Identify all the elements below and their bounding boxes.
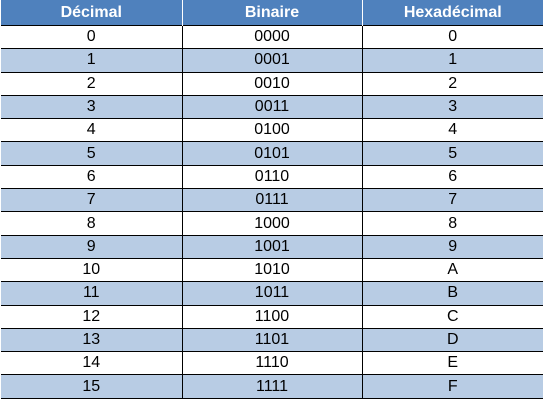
hexadecimal-cell: E — [362, 351, 543, 375]
decimal-cell: 7 — [1, 188, 183, 212]
binary-cell: 0000 — [182, 24, 363, 49]
conversion-table: Décimal Binaire Hexadécimal 0 0000 0 1 0001 1… — [1, 0, 543, 399]
decimal-cell: 4 — [1, 118, 183, 142]
header-decimal: Décimal — [1, 0, 183, 26]
hexadecimal-cell: 1 — [362, 48, 543, 73]
binary-cell: 0100 — [182, 118, 363, 142]
table-header: Décimal Binaire Hexadécimal — [1, 0, 543, 26]
binary-cell: 1001 — [182, 234, 363, 259]
table-row: 8 1000 8 — [1, 211, 543, 236]
binary-cell: 0101 — [182, 141, 363, 166]
table-row: 5 0101 5 — [1, 141, 543, 166]
hexadecimal-cell: 7 — [362, 188, 543, 212]
decimal-cell: 6 — [1, 164, 183, 189]
table-row: 2 0010 2 — [1, 71, 543, 96]
hexadecimal-cell: B — [362, 281, 543, 306]
decimal-cell: 5 — [1, 141, 183, 166]
decimal-cell: 14 — [1, 351, 183, 375]
header-binary: Binaire — [182, 0, 363, 26]
decimal-cell: 8 — [1, 211, 183, 236]
hexadecimal-cell: D — [362, 327, 543, 352]
binary-cell: 0011 — [182, 94, 363, 119]
table-row: 12 1100 C — [1, 304, 543, 329]
decimal-cell: 11 — [1, 281, 183, 306]
decimal-cell: 2 — [1, 71, 183, 96]
binary-cell: 1110 — [182, 351, 363, 375]
table-row: 3 0011 3 — [1, 94, 543, 119]
table-row: 4 0100 4 — [1, 118, 543, 142]
table-body: 0 0000 0 1 0001 1 2 0010 2 3 0011 3 4 0100 4 5 0101 5 6 011… — [1, 24, 543, 399]
table-row: 15 1111 F — [1, 374, 543, 399]
decimal-cell: 12 — [1, 304, 183, 329]
table-row: 0 0000 0 — [1, 24, 543, 49]
binary-cell: 1101 — [182, 327, 363, 352]
decimal-cell: 0 — [1, 24, 183, 49]
hexadecimal-cell: C — [362, 304, 543, 329]
hexadecimal-cell: 0 — [362, 24, 543, 49]
table-row: 11 1011 B — [1, 281, 543, 306]
table-row: 6 0110 6 — [1, 164, 543, 189]
hexadecimal-cell: 3 — [362, 94, 543, 119]
table-row: 1 0001 1 — [1, 48, 543, 73]
decimal-cell: 13 — [1, 327, 183, 352]
header-hexadecimal: Hexadécimal — [362, 0, 543, 26]
table-row: 13 1101 D — [1, 327, 543, 352]
table-row: 14 1110 E — [1, 351, 543, 375]
binary-cell: 1100 — [182, 304, 363, 329]
binary-cell: 0110 — [182, 164, 363, 189]
decimal-cell: 15 — [1, 374, 183, 399]
hexadecimal-cell: 6 — [362, 164, 543, 189]
decimal-cell: 9 — [1, 234, 183, 259]
binary-cell: 1011 — [182, 281, 363, 306]
table-row: 10 1010 A — [1, 257, 543, 282]
hexadecimal-cell: 9 — [362, 234, 543, 259]
table-row: 9 1001 9 — [1, 234, 543, 259]
binary-cell: 0001 — [182, 48, 363, 73]
hexadecimal-cell: F — [362, 374, 543, 399]
hexadecimal-cell: 4 — [362, 118, 543, 142]
decimal-cell: 10 — [1, 257, 183, 282]
hexadecimal-cell: 8 — [362, 211, 543, 236]
binary-cell: 1000 — [182, 211, 363, 236]
decimal-cell: 1 — [1, 48, 183, 73]
table-row: 7 0111 7 — [1, 188, 543, 212]
binary-cell: 1111 — [182, 374, 363, 399]
binary-cell: 0111 — [182, 188, 363, 212]
binary-cell: 0010 — [182, 71, 363, 96]
binary-cell: 1010 — [182, 257, 363, 282]
hexadecimal-cell: 2 — [362, 71, 543, 96]
hexadecimal-cell: 5 — [362, 141, 543, 166]
decimal-cell: 3 — [1, 94, 183, 119]
header-row: Décimal Binaire Hexadécimal — [1, 0, 543, 26]
hexadecimal-cell: A — [362, 257, 543, 282]
